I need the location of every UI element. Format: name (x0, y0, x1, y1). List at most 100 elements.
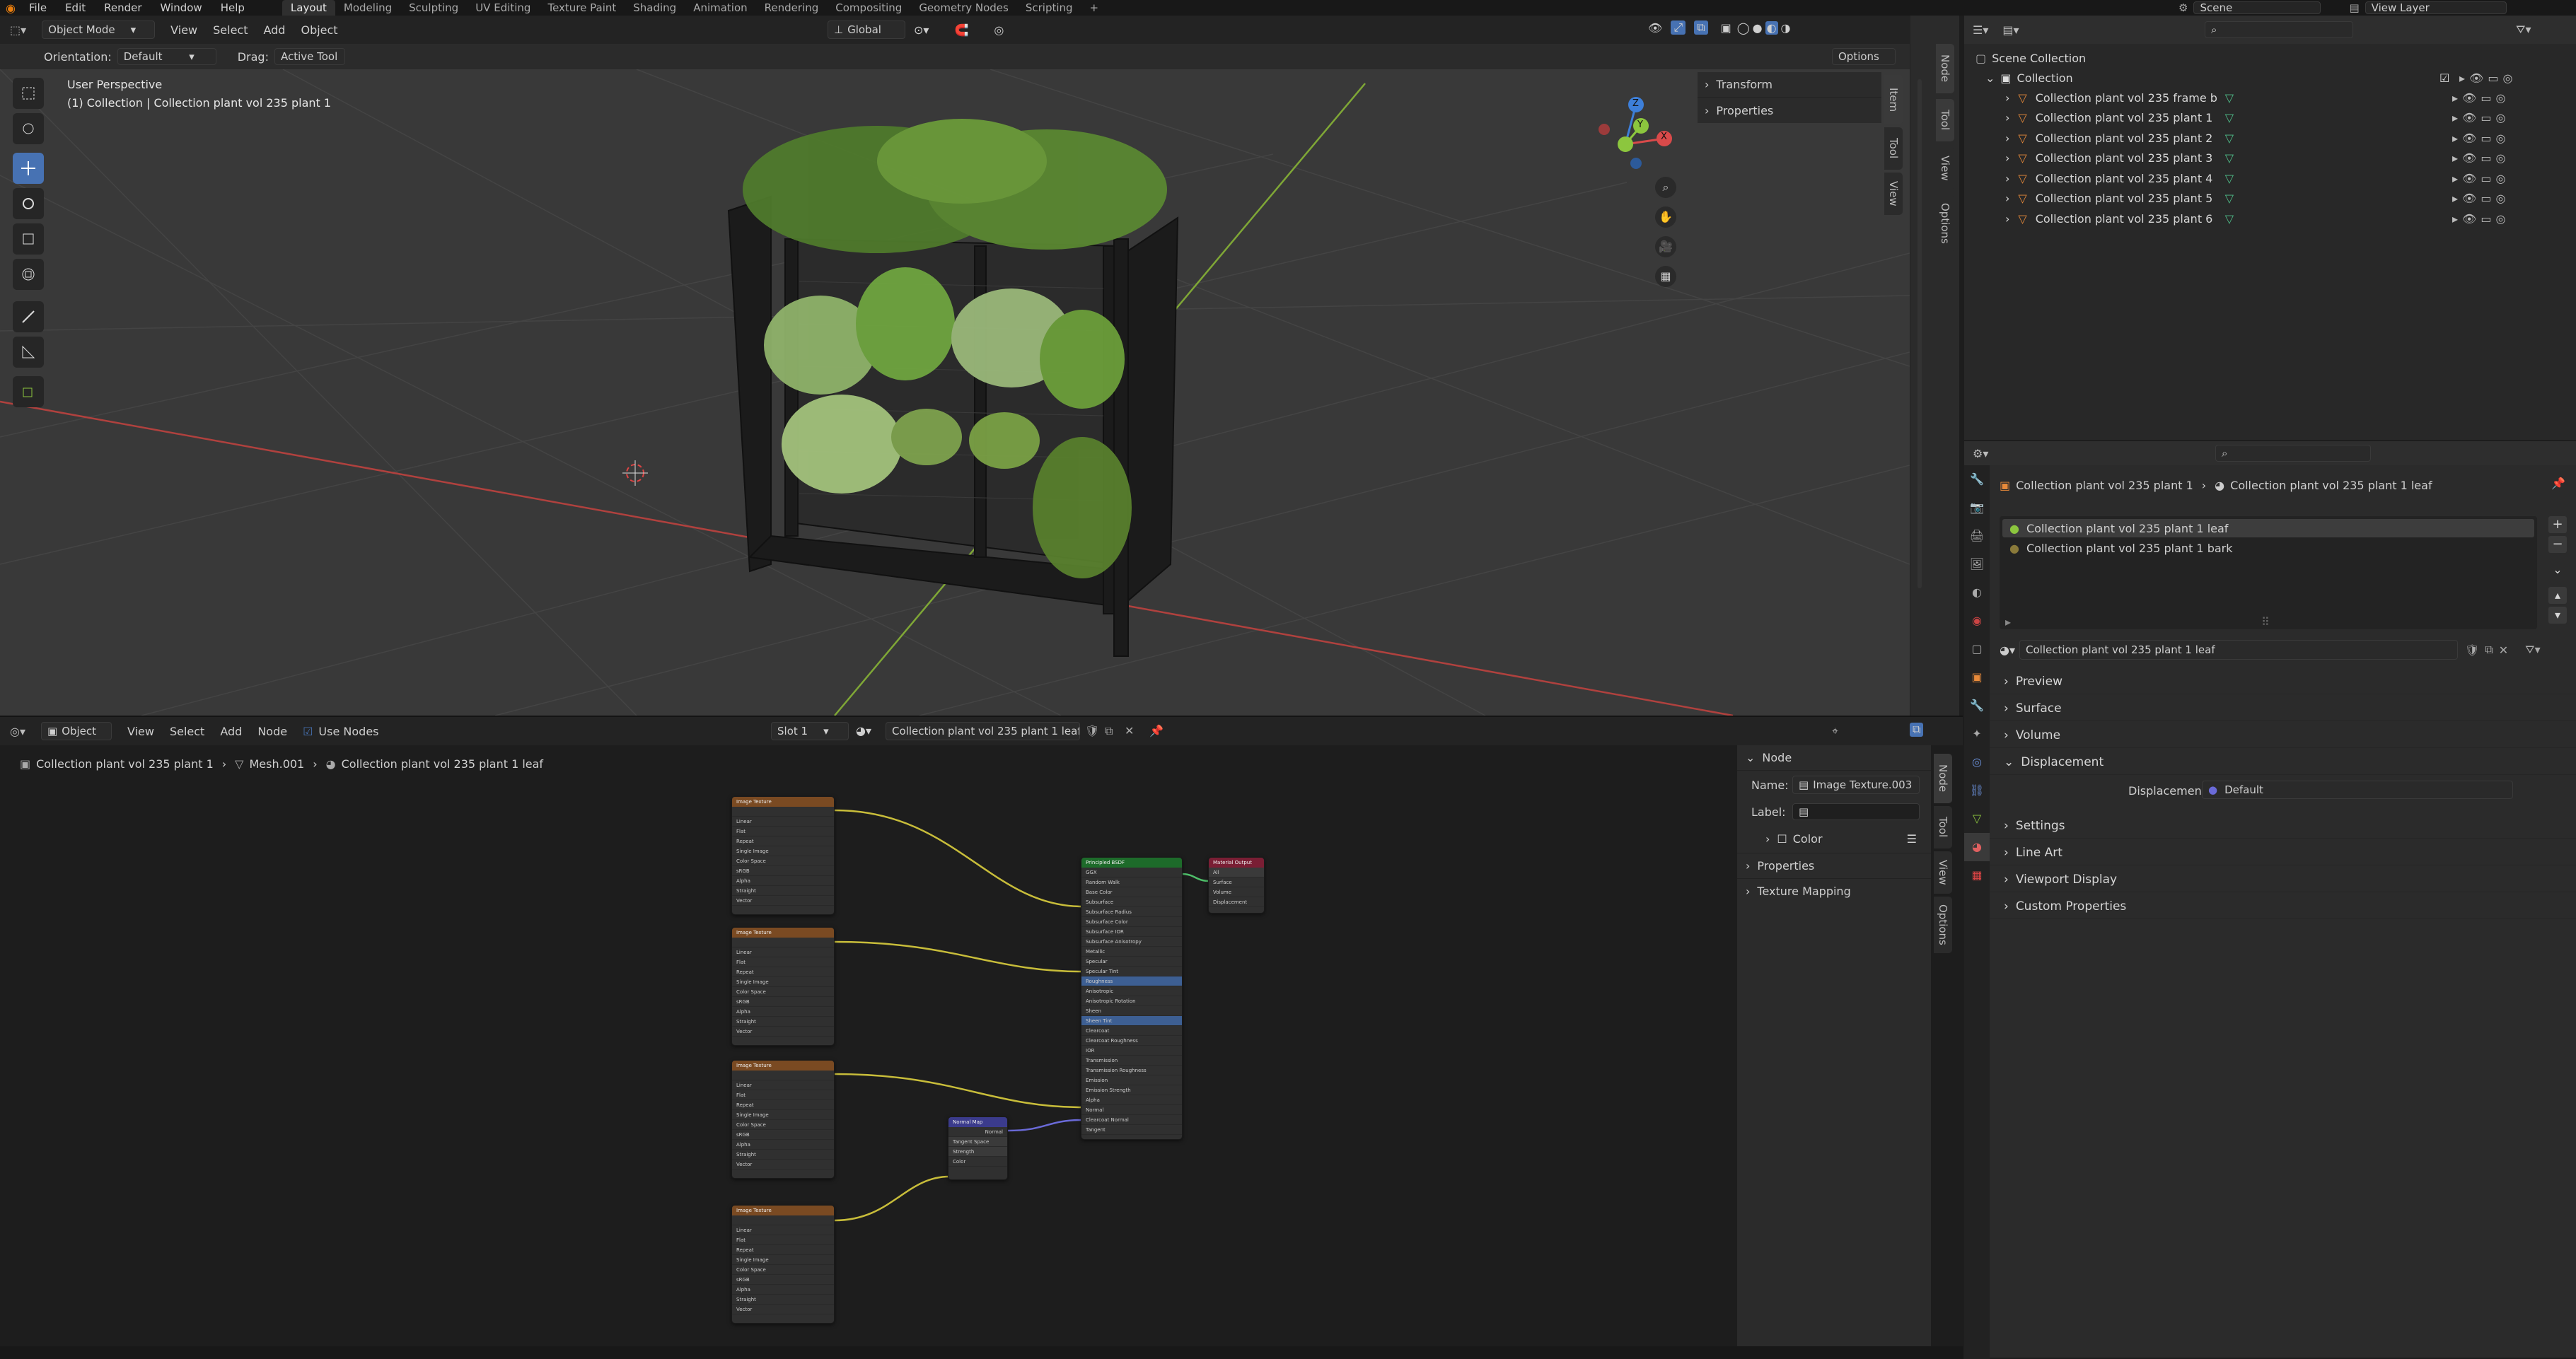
displacement-selector[interactable]: ● Default (2202, 781, 2513, 799)
properties-editor-icon[interactable]: ⚙▾ (1973, 447, 1988, 460)
chevron-right-icon[interactable]: › (2005, 151, 2009, 165)
node-side-tab-node[interactable]: Node (1934, 754, 1952, 803)
chevron-down-icon[interactable]: ⌄ (1985, 71, 1995, 85)
outliner-item[interactable]: › ▽ Collection plant vol 235 plant 2 ▽ ▸👁▭◎ (1964, 128, 2576, 148)
menu-edit[interactable]: Edit (56, 1, 95, 14)
snap-icon[interactable]: 🧲 (954, 23, 968, 37)
node-side-tab-tool[interactable]: Tool (1934, 806, 1952, 848)
move-slot-down-button[interactable]: ▾ (2548, 607, 2567, 624)
tab-compositing[interactable]: Compositing (827, 0, 910, 16)
image-node-row[interactable]: Single Image (732, 977, 834, 987)
strip-tab-view[interactable]: View (1936, 147, 1954, 189)
color-checkbox[interactable]: ☐ (1777, 832, 1787, 846)
outliner-search-input[interactable]: ⌕ (2205, 21, 2353, 38)
object-tab-icon[interactable]: ▣ (1964, 663, 1990, 692)
section-line-art[interactable]: › Line Art (1990, 840, 2576, 865)
image-node-row[interactable]: sRGB (732, 1275, 834, 1285)
node-side-tab-view[interactable]: View (1934, 851, 1952, 894)
principled-input-row[interactable]: Random Walk (1081, 877, 1182, 887)
image-texture-node[interactable]: Image Texture Linear Flat Repeat Single Imag… (731, 1060, 835, 1179)
view-layer-tab-icon[interactable]: 🖼 (1964, 550, 1990, 578)
menu-file[interactable]: File (20, 1, 56, 14)
duplicate-material-icon[interactable]: ⧉ (2485, 643, 2493, 657)
section-displacement[interactable]: ⌄ Displacement (1990, 750, 2576, 775)
transform-tool[interactable] (13, 259, 44, 290)
n-panel-properties[interactable]: › Properties (1698, 98, 1881, 123)
outliner-scene-collection[interactable]: ▢ Scene Collection (1964, 48, 2576, 68)
image-node-row[interactable]: Single Image (732, 1110, 834, 1120)
pan-hand-icon[interactable]: ✋ (1655, 206, 1676, 228)
unlink-material-icon[interactable]: ✕ (2499, 643, 2508, 657)
node-name-field[interactable]: ▤ Image Texture.003 (1792, 776, 1920, 794)
constraints-tab-icon[interactable]: ⛓ (1964, 776, 1990, 805)
principled-input-row[interactable]: Normal (1081, 1105, 1182, 1115)
ortho-grid-icon[interactable]: ▦ (1655, 266, 1676, 287)
outliner-collection[interactable]: ⌄ ▣ Collection ☑ ▸👁▭◎ (1964, 68, 2576, 88)
viewport-menu-object[interactable]: Object (301, 23, 337, 37)
outliner-empty-area[interactable] (1964, 277, 2576, 440)
view-layer-selector[interactable]: View Layer (2365, 1, 2507, 14)
annotate-tool[interactable] (13, 301, 44, 332)
node-panel-header[interactable]: ⌄ Node (1737, 745, 1931, 771)
material-slot-bark[interactable]: ● Collection plant vol 235 plant 1 bark (2002, 539, 2534, 557)
menu-help[interactable]: Help (211, 1, 254, 14)
strip-tab-node[interactable]: Node (1936, 44, 1954, 93)
shading-material-icon[interactable]: ◐ (1765, 21, 1778, 35)
chevron-right-icon[interactable]: › (2005, 192, 2009, 205)
tab-modeling[interactable]: Modeling (335, 0, 400, 16)
principled-input-row[interactable]: Clearcoat Normal (1081, 1115, 1182, 1125)
image-node-row[interactable]: Straight (732, 886, 834, 896)
outliner-item[interactable]: › ▽ Collection plant vol 235 plant 6 ▽ ▸👁▭◎ (1964, 209, 2576, 228)
expand-arrow-icon[interactable]: ▸ (2005, 615, 2011, 629)
principled-input-row[interactable]: Transmission (1081, 1056, 1182, 1066)
cursor-tool[interactable] (13, 113, 44, 144)
tab-texture-paint[interactable]: Texture Paint (539, 0, 625, 16)
overlay-toggle-icon[interactable]: ⧉ (1694, 21, 1708, 35)
image-node-row[interactable]: Vector (732, 1305, 834, 1314)
restrict-toggles-icon[interactable]: ▸👁▭◎ (2452, 91, 2510, 105)
principled-input-row[interactable]: Emission (1081, 1075, 1182, 1085)
image-node-row[interactable]: Linear (732, 947, 834, 957)
section-surface[interactable]: › Surface (1990, 696, 2576, 721)
node-tab-strip-scroll[interactable] (1918, 79, 1922, 588)
strip-tab-options[interactable]: Options (1936, 195, 1954, 252)
drag-tool-selector[interactable]: Active Tool (274, 48, 345, 65)
image-node-row[interactable]: Linear (732, 817, 834, 827)
principled-input-row[interactable]: Clearcoat Roughness (1081, 1036, 1182, 1046)
principled-input-row[interactable]: Subsurface Radius (1081, 907, 1182, 917)
display-mode-icon[interactable]: ▤▾ (2002, 23, 2019, 37)
image-texture-node[interactable]: Image Texture Linear Flat Repeat Single Imag… (731, 796, 835, 915)
image-texture-node[interactable]: Image Texture Linear Flat Repeat Single Imag… (731, 1205, 835, 1324)
principled-input-row[interactable]: Tangent (1081, 1125, 1182, 1135)
transform-orientation-selector[interactable]: ⊥ Global (828, 21, 905, 39)
scene-canvas[interactable] (0, 69, 1910, 716)
image-node-row[interactable]: Vector (732, 896, 834, 906)
proportional-edit-icon[interactable]: ◎ (994, 23, 1004, 37)
image-node-row[interactable]: Vector (732, 1160, 834, 1170)
principled-input-row[interactable]: Clearcoat (1081, 1026, 1182, 1036)
world-tab-icon[interactable]: ◉ (1964, 607, 1990, 635)
orientation-default-selector[interactable]: Default ▾ (117, 48, 216, 65)
tab-shading[interactable]: Shading (625, 0, 685, 16)
image-node-row[interactable]: Repeat (732, 1100, 834, 1110)
visibility-icon[interactable]: 👁 (1648, 21, 1662, 35)
render-tab-icon[interactable]: 📷 (1964, 494, 1990, 522)
image-node-row[interactable]: Color Space (732, 1120, 834, 1130)
image-node-row[interactable]: Color Space (732, 1265, 834, 1275)
image-node-row[interactable]: Straight (732, 1295, 834, 1305)
principled-input-row[interactable]: Metallic (1081, 947, 1182, 957)
principled-input-row[interactable]: Transmission Roughness (1081, 1066, 1182, 1075)
image-node-row[interactable]: Repeat (732, 967, 834, 977)
tab-sculpting[interactable]: Sculpting (400, 0, 467, 16)
collection-tab-icon[interactable]: ▢ (1964, 635, 1990, 663)
menu-render[interactable]: Render (95, 1, 151, 14)
restrict-toggles-icon[interactable]: ▸👁▭◎ (2452, 172, 2510, 185)
chevron-right-icon[interactable]: › (2005, 111, 2009, 124)
material-slot-leaf[interactable]: ● Collection plant vol 235 plant 1 leaf (2002, 519, 2534, 537)
normal-map-node[interactable]: Normal Map Normal Tangent Space Strength… (948, 1116, 1008, 1180)
chevron-right-icon[interactable]: › (2005, 132, 2009, 145)
outliner-item[interactable]: › ▽ Collection plant vol 235 plant 3 ▽ ▸👁▭◎ (1964, 148, 2576, 168)
data-tab-icon[interactable]: ▽ (1964, 805, 1990, 833)
list-resize-handle[interactable]: ⠿ (2261, 615, 2270, 629)
strip-tab-tool[interactable]: Tool (1936, 99, 1954, 141)
